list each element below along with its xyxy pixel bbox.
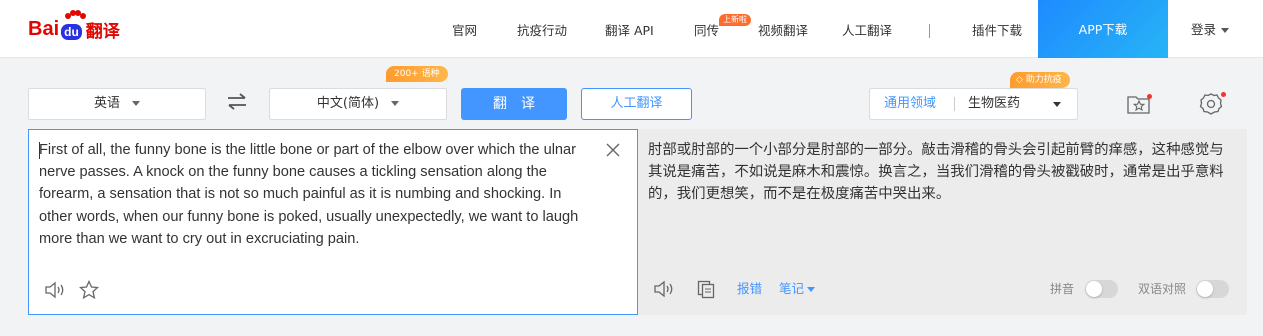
bilingual-toggle[interactable] bbox=[1196, 280, 1229, 298]
domain-label: 通用领域 bbox=[884, 96, 937, 111]
logo-fanyi-text: 翻译 bbox=[85, 21, 120, 42]
speaker-icon[interactable] bbox=[653, 279, 675, 299]
nav-video-translate[interactable]: 视频翻译 bbox=[758, 0, 808, 58]
nav-human-translate[interactable]: 人工翻译 bbox=[842, 0, 892, 58]
toggle-knob bbox=[1197, 281, 1213, 297]
chevron-down-icon bbox=[132, 101, 140, 106]
source-text[interactable]: First of all, the funny bone is the litt… bbox=[39, 139, 595, 250]
new-badge: 上新啦 bbox=[719, 14, 751, 26]
chevron-down-icon bbox=[391, 101, 400, 106]
login-menu[interactable]: 登录 bbox=[1191, 0, 1230, 58]
target-language-select[interactable]: 中文(简体) bbox=[269, 88, 447, 120]
notes-label: 笔记 bbox=[779, 281, 805, 296]
pinyin-label: 拼音 bbox=[1050, 282, 1075, 296]
toggle-knob bbox=[1086, 281, 1102, 297]
text-cursor bbox=[39, 142, 40, 159]
domain-value: 生物医药 bbox=[968, 96, 1021, 111]
tag-icon: ◇ bbox=[1016, 75, 1023, 85]
close-icon[interactable] bbox=[605, 142, 621, 158]
nav-anti-epidemic[interactable]: 抗疫行动 bbox=[517, 0, 567, 58]
bilingual-label: 双语对照 bbox=[1138, 282, 1187, 296]
login-label: 登录 bbox=[1191, 22, 1217, 37]
copy-icon[interactable] bbox=[696, 279, 716, 299]
language-count-badge: 200+ 语种 bbox=[386, 66, 448, 82]
pinyin-toggle[interactable] bbox=[1085, 280, 1118, 298]
notification-dot bbox=[1147, 94, 1152, 99]
domain-select[interactable]: 通用领域 生物医药 bbox=[869, 88, 1078, 120]
nav-official-site[interactable]: 官网 bbox=[452, 0, 477, 58]
translation-result-area: 肘部或肘部的一个小部分是肘部的一部分。敲击滑稽的骨头会引起前臂的痒感，这种感觉与… bbox=[638, 129, 1247, 315]
nav-plugin-download[interactable]: 插件下载 bbox=[972, 0, 1022, 58]
top-header: Bai du 翻译 官网 抗疫行动 翻译 API 同传 上新啦 视频翻译 人工翻… bbox=[0, 0, 1263, 58]
source-language-select[interactable]: 英语 bbox=[28, 88, 206, 120]
baidu-paw-icon bbox=[65, 10, 86, 19]
star-icon[interactable] bbox=[79, 280, 99, 300]
logo-bai-text: Bai bbox=[28, 17, 60, 40]
chevron-down-icon bbox=[1053, 102, 1061, 107]
notification-dot bbox=[1221, 92, 1226, 97]
nav-translate-api[interactable]: 翻译 API bbox=[605, 0, 654, 58]
logo-du-text: du bbox=[61, 24, 82, 40]
domain-separator bbox=[954, 97, 955, 111]
nav-divider bbox=[929, 24, 930, 38]
report-error-link[interactable]: 报错 bbox=[737, 279, 762, 299]
anti-epidemic-badge: ◇ 助力抗疫 bbox=[1010, 72, 1070, 88]
anti-epidemic-badge-label: 助力抗疫 bbox=[1025, 75, 1062, 85]
notes-menu[interactable]: 笔记 bbox=[779, 279, 816, 299]
chevron-down-icon bbox=[807, 287, 816, 292]
target-language-label: 中文(简体) bbox=[316, 96, 380, 111]
translate-button[interactable]: 翻译 bbox=[461, 88, 567, 120]
translation-text: 肘部或肘部的一个小部分是肘部的一部分。敲击滑稽的骨头会引起前臂的痒感，这种感觉与… bbox=[648, 142, 1224, 203]
swap-languages-icon[interactable] bbox=[225, 90, 249, 114]
human-translate-button[interactable]: 人工翻译 bbox=[581, 88, 692, 120]
speaker-icon[interactable] bbox=[44, 280, 66, 300]
app-download-button[interactable]: APP下载 bbox=[1038, 0, 1168, 58]
nav-simultaneous[interactable]: 同传 bbox=[694, 0, 719, 58]
source-language-label: 英语 bbox=[93, 96, 120, 111]
baidu-translate-logo[interactable]: Bai du 翻译 bbox=[28, 10, 120, 46]
chevron-down-icon bbox=[1221, 28, 1230, 33]
source-text-area[interactable]: First of all, the funny bone is the litt… bbox=[28, 129, 638, 315]
